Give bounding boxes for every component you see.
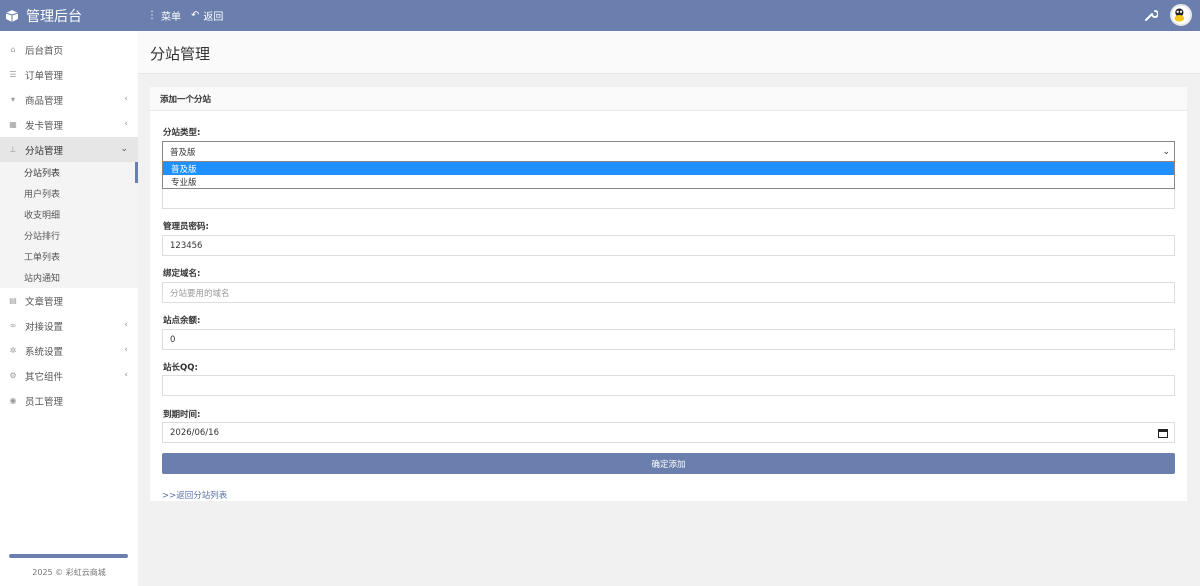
sidebar-subitem-notices[interactable]: 站内通知: [0, 267, 138, 288]
user-circle-icon: ◉: [9, 396, 17, 405]
sidebar-item-label: 分站管理: [25, 145, 64, 157]
sidebar-item-home[interactable]: ⌂ 后台首页: [0, 37, 138, 62]
menu-toggle-button[interactable]: ⋮ 菜单: [147, 8, 181, 23]
calendar-icon[interactable]: [1158, 428, 1168, 438]
expiry-label: 到期时间:: [163, 410, 201, 420]
sidebar-menu-lower: ▤ 文章管理 ∞ 对接设置 ‹ ✲ 系统设置 ‹ ⚙ 其它组件 ‹ ◉ 员工管理: [0, 288, 138, 413]
password-field[interactable]: 123456: [162, 235, 1175, 256]
expiry-value: 2026/06/16: [170, 427, 219, 438]
sidebar: ⌂ 后台首页 ☰ 订单管理 ▾ 商品管理 ‹ ▦ 发卡管理 ‹ ⊥ 分站管理 ⌄ 分站列表 用户…: [0, 31, 138, 586]
type-dropdown: 普及版 专业版: [162, 161, 1175, 189]
sidebar-subitem-ranking[interactable]: 分站排行: [0, 225, 138, 246]
page-header: 分站管理: [138, 31, 1200, 74]
undo-icon: ↶: [191, 10, 200, 21]
cube-icon: [6, 9, 18, 22]
type-label: 分站类型:: [163, 128, 201, 138]
page-title: 分站管理: [150, 45, 211, 63]
back-button[interactable]: ↶ 返回: [191, 8, 223, 23]
copyright: 2025 © 彩虹云商城: [32, 568, 106, 577]
back-to-list-link[interactable]: >>返回分站列表: [162, 489, 227, 501]
domain-placeholder: 分站要用的域名: [170, 288, 230, 299]
sidebar-subitem-user-list[interactable]: 用户列表: [0, 183, 138, 204]
brand-title: 管理后台: [26, 8, 82, 25]
avatar[interactable]: [1170, 4, 1192, 26]
type-select[interactable]: 普及版 ⌄: [162, 141, 1175, 162]
cart-icon: ▾: [10, 95, 15, 104]
sidebar-item-label: 系统设置: [25, 346, 64, 358]
brand[interactable]: 管理后台: [0, 0, 138, 31]
sidebar-subitem-site-list[interactable]: 分站列表: [0, 162, 138, 183]
chevron-left-icon: ‹: [124, 119, 128, 129]
type-option[interactable]: 普及版: [163, 162, 1174, 175]
sidebar-item-label: 员工管理: [25, 396, 64, 408]
type-option[interactable]: 专业版: [163, 175, 1174, 188]
chevron-left-icon: ‹: [124, 94, 128, 104]
sidebar-item-label: 后台首页: [25, 45, 64, 57]
sidebar-footer: 2025 © 彩虹云商城: [0, 550, 138, 586]
back-label: 返回: [203, 12, 224, 23]
qq-field[interactable]: [162, 375, 1175, 396]
chevron-left-icon: ‹: [124, 320, 128, 330]
sidebar-submenu: 分站列表 用户列表 收支明细 分站排行 工单列表 站内通知: [0, 162, 138, 288]
menu-toggle-label: 菜单: [161, 12, 181, 23]
submit-button[interactable]: 确定添加: [162, 453, 1175, 474]
hidden-field[interactable]: [162, 188, 1175, 209]
chevron-down-icon: ⌄: [120, 144, 128, 154]
vertical-dots-icon: ⋮: [147, 10, 157, 21]
chevron-left-icon: ‹: [124, 345, 128, 355]
sitemap-icon: ⊥: [9, 145, 17, 154]
chevron-down-icon: ⌄: [1162, 147, 1170, 157]
qq-label: 站长QQ:: [163, 363, 198, 373]
avatar-icon: [1174, 8, 1185, 22]
add-substation-panel: 添加一个分站 分站类型: 普及版 ⌄ 普及版 专业版 管理员密码: 123456…: [150, 87, 1187, 501]
sidebar-item-orders[interactable]: ☰ 订单管理: [0, 62, 138, 87]
expiry-date-field[interactable]: 2026/06/16: [162, 422, 1175, 443]
grid-icon: ▦: [9, 120, 17, 129]
sidebar-item-cards[interactable]: ▦ 发卡管理 ‹: [0, 112, 138, 137]
type-select-value: 普及版: [170, 147, 196, 158]
sidebar-subitem-tickets[interactable]: 工单列表: [0, 246, 138, 267]
sidebar-item-label: 其它组件: [25, 371, 64, 383]
sidebar-subitem-transactions[interactable]: 收支明细: [0, 204, 138, 225]
password-label: 管理员密码:: [163, 222, 209, 232]
sidebar-menu: ⌂ 后台首页 ☰ 订单管理 ▾ 商品管理 ‹ ▦ 发卡管理 ‹ ⊥ 分站管理 ⌄: [0, 31, 138, 162]
sidebar-scrollbar[interactable]: [9, 554, 128, 558]
sidebar-item-label: 商品管理: [25, 95, 64, 107]
domain-label: 绑定域名:: [163, 269, 201, 279]
sidebar-item-substations[interactable]: ⊥ 分站管理 ⌄: [0, 137, 138, 162]
chevron-left-icon: ‹: [124, 370, 128, 380]
home-icon: ⌂: [10, 45, 16, 54]
connect-icon: ∞: [9, 321, 17, 330]
sidebar-item-label: 发卡管理: [25, 120, 64, 132]
sidebar-item-integration[interactable]: ∞ 对接设置 ‹: [0, 313, 138, 338]
list-icon: ☰: [9, 70, 17, 79]
sidebar-item-system[interactable]: ✲ 系统设置 ‹: [0, 338, 138, 363]
panel-title: 添加一个分站: [150, 87, 1187, 111]
sidebar-item-label: 订单管理: [25, 70, 64, 82]
gear-icon: ✲: [9, 346, 17, 355]
domain-field[interactable]: 分站要用的域名: [162, 282, 1175, 303]
sidebar-item-products[interactable]: ▾ 商品管理 ‹: [0, 87, 138, 112]
wrench-icon[interactable]: [1144, 8, 1158, 22]
top-nav: ⋮ 菜单 ↶ 返回: [147, 0, 233, 31]
password-value: 123456: [170, 240, 203, 251]
sidebar-item-label: 对接设置: [25, 321, 64, 333]
article-icon: ▤: [9, 296, 17, 305]
sidebar-item-articles[interactable]: ▤ 文章管理: [0, 288, 138, 313]
top-bar: 管理后台 ⋮ 菜单 ↶ 返回: [0, 0, 1200, 31]
balance-field[interactable]: 0: [162, 329, 1175, 350]
balance-label: 站点余额:: [163, 316, 201, 326]
cogs-icon: ⚙: [9, 371, 17, 380]
balance-value: 0: [170, 334, 176, 345]
sidebar-item-components[interactable]: ⚙ 其它组件 ‹: [0, 363, 138, 388]
sidebar-item-staff[interactable]: ◉ 员工管理: [0, 388, 138, 413]
sidebar-item-label: 文章管理: [25, 296, 64, 308]
